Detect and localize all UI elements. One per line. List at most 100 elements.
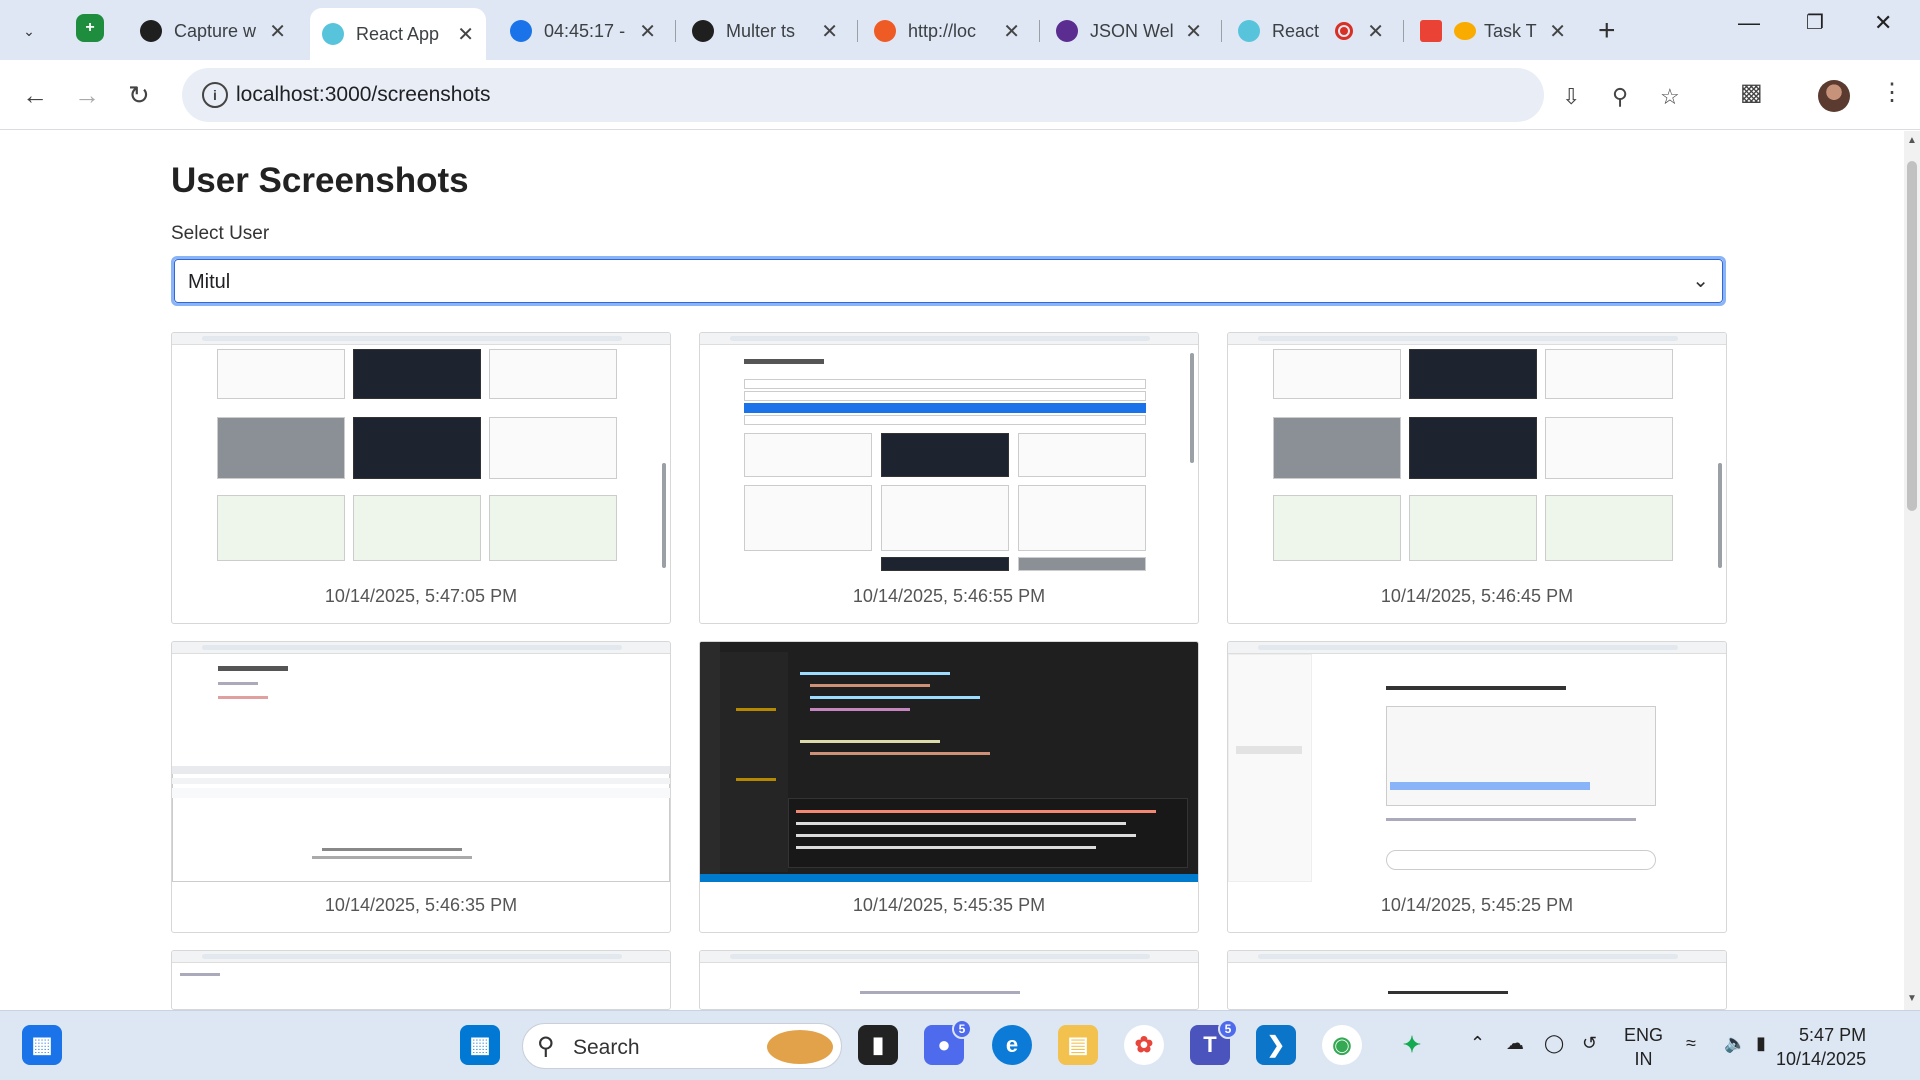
mongodb-icon[interactable]: ✦ [1392, 1025, 1432, 1065]
screenshot-timestamp: 10/14/2025, 5:46:55 PM [852, 586, 1046, 606]
screenshot-thumbnail[interactable] [700, 642, 1198, 882]
screenshot-card[interactable]: 10/14/2025, 5:46:55 PM [699, 332, 1199, 624]
site-info-icon[interactable]: i [202, 82, 228, 108]
tab-7[interactable]: Task T ✕ [1408, 8, 1578, 54]
teams-icon[interactable]: T5 [1190, 1019, 1238, 1065]
onedrive-icon[interactable]: ☁ [1506, 1033, 1524, 1054]
close-icon[interactable]: ✕ [457, 22, 474, 47]
bookmark-star-icon[interactable]: ☆ [1660, 84, 1680, 110]
thumb-option [744, 391, 1146, 401]
close-window-button[interactable]: ✕ [1874, 10, 1892, 36]
forward-button[interactable]: → [74, 80, 100, 111]
thumb-code-line [810, 708, 910, 711]
screenshot-thumbnail[interactable] [1228, 333, 1726, 573]
vscode-icon[interactable]: ❯ [1256, 1025, 1296, 1065]
screenshot-card[interactable] [1227, 950, 1727, 1010]
select-user-label: Select User [171, 223, 270, 244]
close-icon[interactable]: ✕ [269, 19, 286, 44]
reload-button[interactable]: ↻ [128, 80, 150, 111]
task-view-icon[interactable]: ▮ [858, 1025, 898, 1065]
react-icon [322, 23, 344, 45]
scroll-down-arrow[interactable]: ▼ [1907, 993, 1917, 1004]
thumb-line [1388, 991, 1508, 994]
wifi-icon[interactable]: ≈ [1686, 1033, 1696, 1054]
thumbnail-chrome [700, 951, 1198, 963]
recording-icon [1335, 22, 1354, 40]
extensions-icon[interactable]: ▩ [1740, 78, 1763, 107]
chevron-down-icon: ⌄ [23, 22, 35, 39]
screenshot-thumbnail[interactable] [700, 333, 1198, 573]
close-icon[interactable]: ✕ [639, 19, 656, 44]
screenshot-card[interactable] [171, 950, 671, 1010]
thumb-scrollbar [1190, 353, 1194, 463]
widgets-icon[interactable]: ▦ [22, 1025, 62, 1065]
sync-icon[interactable]: ↺ [1582, 1033, 1597, 1054]
tab-0[interactable]: Capture w ✕ [128, 8, 298, 54]
menu-icon[interactable]: ⋮ [1880, 78, 1904, 107]
screenshot-card[interactable]: 10/14/2025, 5:45:35 PM [699, 641, 1199, 933]
close-icon[interactable]: ✕ [1185, 19, 1202, 44]
thumb-tile [744, 433, 872, 477]
close-icon[interactable]: ✕ [1003, 19, 1020, 44]
screenshot-card[interactable]: 10/14/2025, 5:46:35 PM [171, 641, 671, 933]
clock[interactable]: 5:47 PM 10/14/2025 [1776, 1023, 1866, 1071]
region-text: IN [1634, 1049, 1653, 1069]
thumb-code-line [800, 672, 950, 675]
thumb-tile [1545, 349, 1673, 399]
page-scrollbar[interactable]: ▲ ▼ [1904, 131, 1920, 1010]
thumbnail-chrome [172, 951, 670, 963]
new-tab-button[interactable]: + [1598, 14, 1616, 48]
sheets-icon[interactable]: + [76, 14, 104, 42]
close-icon[interactable]: ✕ [1549, 19, 1566, 44]
chevron-up-icon[interactable]: ⌃ [1470, 1033, 1485, 1054]
tab-search-button[interactable]: ⌄ [14, 16, 44, 46]
screenshot-thumbnail[interactable] [172, 333, 670, 573]
file-explorer-icon[interactable]: ▤ [1058, 1025, 1098, 1065]
thumb-tile [489, 349, 617, 399]
volume-muted-icon[interactable]: 🔈 [1724, 1033, 1746, 1054]
thumb-code-block [1386, 706, 1656, 806]
tab-4[interactable]: http://loc ✕ [862, 8, 1032, 54]
thumb-tile [353, 349, 481, 399]
screenshot-thumbnail[interactable] [172, 642, 670, 882]
profile-avatar[interactable] [1818, 80, 1850, 112]
back-button[interactable]: ← [22, 80, 48, 111]
tab-6[interactable]: React ✕ [1226, 8, 1396, 54]
close-icon[interactable]: ✕ [821, 19, 838, 44]
screenshot-thumbnail[interactable] [1228, 642, 1726, 882]
close-icon[interactable]: ✕ [1367, 19, 1384, 44]
scroll-up-arrow[interactable]: ▲ [1907, 135, 1917, 146]
thumb-code-line [800, 740, 940, 743]
thumb-code-line [810, 696, 980, 699]
battery-icon[interactable]: ▮ [1756, 1033, 1766, 1054]
edge-icon[interactable]: e [992, 1025, 1032, 1065]
screenshot-card[interactable]: 10/14/2025, 5:46:45 PM [1227, 332, 1727, 624]
tab-1[interactable]: React App ✕ [310, 8, 486, 60]
scrollbar-thumb[interactable] [1907, 161, 1917, 511]
photos-icon[interactable]: ✿ [1124, 1025, 1164, 1065]
tab-3[interactable]: Multer ts ✕ [680, 8, 850, 54]
tab-5[interactable]: JSON Wel ✕ [1044, 8, 1214, 54]
start-icon[interactable]: ▦ [460, 1025, 500, 1065]
thumb-tile [1545, 495, 1673, 561]
user-select[interactable]: Mitul ⌄ [171, 256, 1726, 306]
search-highlight-image [767, 1030, 833, 1064]
zoom-icon[interactable]: ⚲ [1612, 84, 1628, 110]
screenshot-card[interactable] [699, 950, 1199, 1010]
thumb-devtools-tabs [172, 766, 670, 774]
taskbar-search[interactable]: ⚲ Search [522, 1023, 842, 1069]
thumb-terminal [788, 798, 1188, 868]
language-indicator[interactable]: ENG IN [1624, 1023, 1663, 1071]
search-icon: ⚲ [537, 1033, 555, 1060]
url-text[interactable]: localhost:3000/screenshots [236, 83, 491, 107]
chrome-icon[interactable]: ◉ [1322, 1025, 1362, 1065]
teams-chat-icon[interactable]: ● 5 [924, 1019, 972, 1065]
minimize-button[interactable]: — [1738, 10, 1760, 36]
restore-button[interactable]: ❐ [1806, 10, 1824, 35]
install-app-icon[interactable]: ⇩ [1562, 84, 1580, 110]
network-status-icon[interactable]: ◯ [1544, 1033, 1564, 1054]
tab-2[interactable]: 04:45:17 - ✕ [498, 8, 668, 54]
screenshot-card[interactable]: 10/14/2025, 5:45:25 PM [1227, 641, 1727, 933]
screenshot-card[interactable]: 10/14/2025, 5:47:05 PM [171, 332, 671, 624]
address-bar[interactable]: i localhost:3000/screenshots ⇩ ⚲ ☆ [182, 68, 1680, 122]
